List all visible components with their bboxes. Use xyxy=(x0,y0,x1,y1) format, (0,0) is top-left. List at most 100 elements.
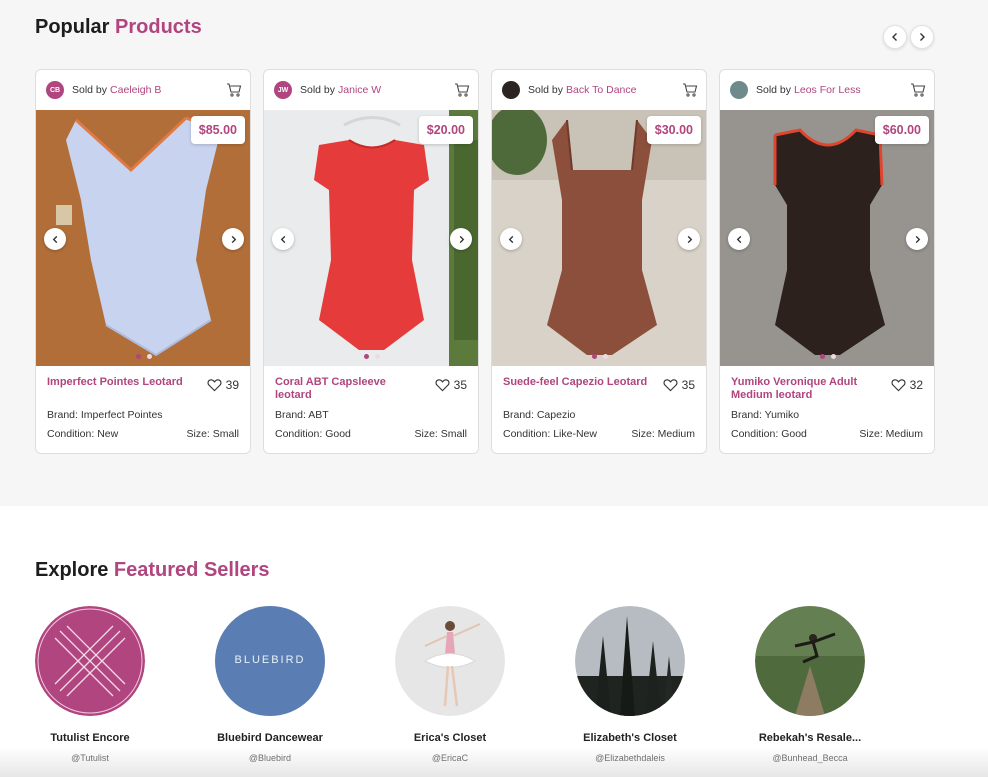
seller-name[interactable]: Elizabeth's Closet xyxy=(555,732,705,744)
cart-icon[interactable] xyxy=(454,82,470,98)
seller-avatar[interactable] xyxy=(395,606,505,716)
seller-item[interactable]: BLUEBIRD Bluebird Dancewear @Bluebird xyxy=(215,606,325,763)
product-card[interactable]: CB Sold by Caeleigh B $85.00 Imperfect P… xyxy=(35,69,251,454)
card-seller-row: JW Sold by Janice W xyxy=(264,70,478,110)
product-name[interactable]: Imperfect Pointes Leotard xyxy=(47,376,197,403)
image-dots xyxy=(264,354,478,359)
popular-products-section: Popular Products CB Sold by Caeleigh B $… xyxy=(0,0,988,506)
dot[interactable] xyxy=(820,354,825,359)
product-card[interactable]: Sold by Back To Dance $30.00 Suede-feel xyxy=(491,69,707,454)
product-name[interactable]: Coral ABT Capsleeve leotard xyxy=(275,376,425,403)
seller-link[interactable]: Janice W xyxy=(338,84,381,96)
carousel-nav xyxy=(883,25,934,49)
cart-icon[interactable] xyxy=(682,82,698,98)
product-condition: Condition: Good xyxy=(731,428,807,440)
carousel-next-button[interactable] xyxy=(910,25,934,49)
seller-avatar[interactable] xyxy=(755,606,865,716)
product-card[interactable]: JW Sold by Janice W $20.00 Coral ABT Cap… xyxy=(263,69,479,454)
product-brand: Brand: Imperfect Pointes xyxy=(47,409,163,421)
sold-by-label: Sold by xyxy=(528,84,564,96)
dancer-photo xyxy=(395,606,505,716)
product-card[interactable]: Sold by Leos For Less $60.00 Yumiko Vero… xyxy=(719,69,935,454)
avatar: JW xyxy=(274,81,292,99)
like-button[interactable]: 35 xyxy=(435,378,467,392)
seller-item[interactable]: Erica's Closet @EricaC xyxy=(395,606,505,763)
seller-item[interactable]: Tutulist Encore @Tutulist xyxy=(35,606,145,763)
seller-name[interactable]: Bluebird Dancewear xyxy=(195,732,345,744)
product-meta: Condition: Like-New Size: Medium xyxy=(503,428,695,440)
dot[interactable] xyxy=(136,354,141,359)
product-meta: Condition: Good Size: Medium xyxy=(731,428,923,440)
dot[interactable] xyxy=(147,354,152,359)
chevron-left-icon xyxy=(508,235,513,243)
chevron-left-icon xyxy=(52,235,57,243)
cart-icon[interactable] xyxy=(226,82,242,98)
seller-link[interactable]: Back To Dance xyxy=(566,84,636,96)
product-size: Size: Medium xyxy=(631,428,695,440)
seller-avatar[interactable]: BLUEBIRD xyxy=(215,606,325,716)
seller-name[interactable]: Erica's Closet xyxy=(375,732,525,744)
heart-icon xyxy=(435,379,450,392)
chevron-left-icon xyxy=(736,235,741,243)
seller-avatar[interactable] xyxy=(575,606,685,716)
image-prev-button[interactable] xyxy=(500,228,522,250)
dot[interactable] xyxy=(375,354,380,359)
seller-name[interactable]: Tutulist Encore xyxy=(15,732,165,744)
product-image[interactable]: $30.00 xyxy=(492,110,706,366)
image-next-button[interactable] xyxy=(678,228,700,250)
chevron-right-icon xyxy=(915,235,920,243)
dot[interactable] xyxy=(364,354,369,359)
like-button[interactable]: 39 xyxy=(207,378,239,392)
card-details: Suede-feel Capezio Leotard 35 Brand: Cap… xyxy=(492,366,706,440)
product-image[interactable]: $85.00 xyxy=(36,110,250,366)
card-seller-row: CB Sold by Caeleigh B xyxy=(36,70,250,110)
title-main: Popular xyxy=(35,16,110,38)
heart-icon xyxy=(207,379,222,392)
chevron-right-icon xyxy=(687,235,692,243)
card-details: Yumiko Veronique Adult Medium leotard 32… xyxy=(720,366,934,440)
chevron-right-icon xyxy=(459,235,464,243)
leotard-photo xyxy=(264,110,478,366)
seller-item[interactable]: Elizabeth's Closet @Elizabethdaleis xyxy=(575,606,685,763)
seller-avatar[interactable] xyxy=(35,606,145,716)
avatar xyxy=(730,81,748,99)
image-prev-button[interactable] xyxy=(272,228,294,250)
price-badge: $60.00 xyxy=(874,116,929,144)
product-meta: Condition: New Size: Small xyxy=(47,428,239,440)
product-condition: Condition: Good xyxy=(275,428,351,440)
title-accent: Featured Sellers xyxy=(113,559,270,581)
product-brand: Brand: ABT xyxy=(275,409,329,421)
seller-name[interactable]: Rebekah's Resale... xyxy=(735,732,885,744)
card-seller-row: Sold by Leos For Less xyxy=(720,70,934,110)
product-image[interactable]: $20.00 xyxy=(264,110,478,366)
image-prev-button[interactable] xyxy=(44,228,66,250)
like-button[interactable]: 32 xyxy=(891,378,923,392)
image-dots xyxy=(720,354,934,359)
image-next-button[interactable] xyxy=(222,228,244,250)
product-size: Size: Medium xyxy=(859,428,923,440)
image-dots xyxy=(36,354,250,359)
sold-by-label: Sold by xyxy=(72,84,108,96)
product-name[interactable]: Suede-feel Capezio Leotard xyxy=(503,376,653,403)
image-next-button[interactable] xyxy=(450,228,472,250)
dot[interactable] xyxy=(603,354,608,359)
chevron-left-icon xyxy=(892,33,897,41)
cart-icon[interactable] xyxy=(910,82,926,98)
dot[interactable] xyxy=(592,354,597,359)
tutulist-logo xyxy=(35,606,145,716)
seller-link[interactable]: Caeleigh B xyxy=(110,84,161,96)
like-count: 35 xyxy=(453,378,467,392)
card-seller-row: Sold by Back To Dance xyxy=(492,70,706,110)
avatar: CB xyxy=(46,81,64,99)
like-button[interactable]: 35 xyxy=(663,378,695,392)
sold-by-label: Sold by xyxy=(756,84,792,96)
seller-link[interactable]: Leos For Less xyxy=(794,84,861,96)
image-prev-button[interactable] xyxy=(728,228,750,250)
seller-list: Tutulist Encore @Tutulist BLUEBIRD Blueb… xyxy=(35,606,865,763)
carousel-prev-button[interactable] xyxy=(883,25,907,49)
product-image[interactable]: $60.00 xyxy=(720,110,934,366)
dot[interactable] xyxy=(831,354,836,359)
product-name[interactable]: Yumiko Veronique Adult Medium leotard xyxy=(731,376,881,403)
seller-item[interactable]: Rebekah's Resale... @Bunhead_Becca xyxy=(755,606,865,763)
image-next-button[interactable] xyxy=(906,228,928,250)
